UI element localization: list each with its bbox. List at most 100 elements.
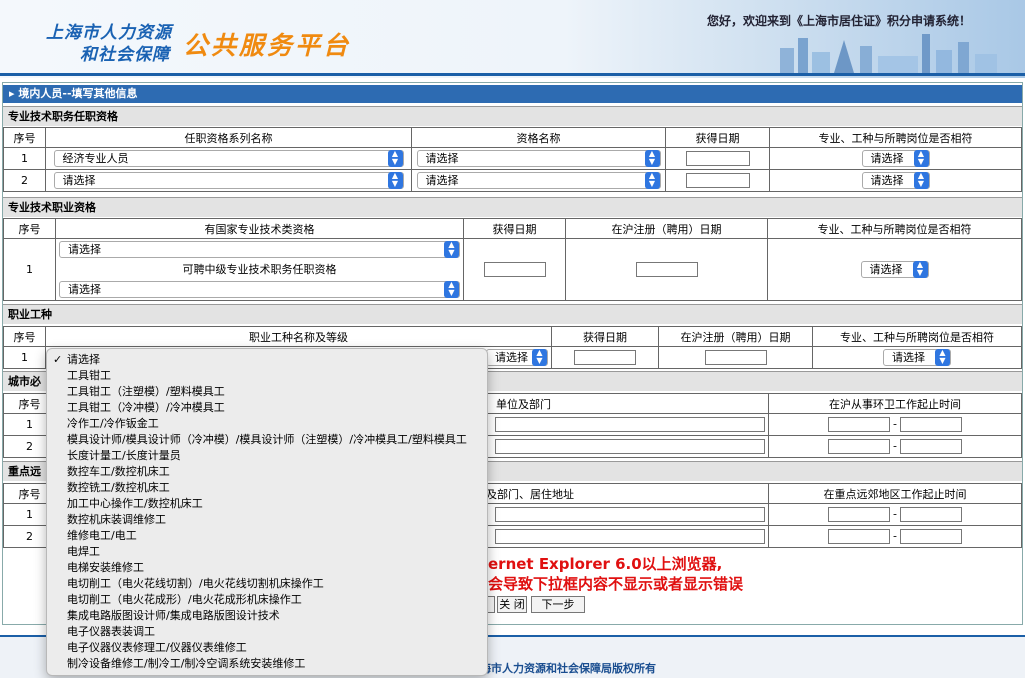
- section-title-professional-qualification: 专业技术职业资格: [3, 197, 1022, 217]
- dropdown-option[interactable]: 电切削工（电火花成形）/电火花成形机床操作工: [47, 592, 487, 608]
- updown-arrow-icon: ▲ ▼: [935, 349, 950, 366]
- checkmark-icon: ✓: [53, 353, 63, 366]
- end-date-input[interactable]: [900, 439, 963, 454]
- dropdown-option[interactable]: 冷作工/冷作钣金工: [47, 416, 487, 432]
- series-select[interactable]: 经济专业人员 ▲ ▼: [53, 150, 404, 167]
- col-header: 任职资格系列名称: [45, 127, 412, 148]
- register-date-input[interactable]: [635, 262, 698, 277]
- qualification-select[interactable]: 请选择 ▲ ▼: [416, 172, 661, 189]
- middle-qualification-select[interactable]: 请选择 ▲ ▼: [59, 281, 460, 298]
- obtain-date-input[interactable]: [483, 262, 546, 277]
- obtain-date-input[interactable]: [685, 173, 750, 188]
- browser-warning-line1: ernet Explorer 6.0以上浏览器,: [488, 555, 723, 573]
- col-header: 在重点远郊地区工作起止时间: [768, 483, 1022, 504]
- col-header: 序号: [3, 218, 56, 239]
- start-date-input[interactable]: [827, 529, 890, 544]
- next-step-button[interactable]: 下一步: [531, 596, 585, 613]
- dropdown-option[interactable]: 数控机床装调维修工: [47, 512, 487, 528]
- dropdown-option[interactable]: 电切削工（电火花线切割）/电火花线切割机床操作工: [47, 576, 487, 592]
- start-date-input[interactable]: [827, 417, 890, 432]
- unit-address-input[interactable]: [495, 529, 765, 544]
- dropdown-option[interactable]: 维修电工/电工: [47, 528, 487, 544]
- national-qualification-select[interactable]: 请选择 ▲ ▼: [59, 241, 460, 258]
- dropdown-option[interactable]: 电梯安装维修工: [47, 560, 487, 576]
- updown-arrow-icon: ▲ ▼: [532, 349, 547, 366]
- obtain-date-input[interactable]: [574, 350, 636, 365]
- updown-arrow-icon: ▲ ▼: [444, 241, 459, 258]
- row-number: 2: [3, 169, 46, 192]
- match-select[interactable]: 请选择 ▲ ▼: [883, 349, 951, 366]
- dropdown-option[interactable]: 数控铣工/数控机床工: [47, 480, 487, 496]
- section-title-vocational: 职业工种: [3, 304, 1022, 324]
- dropdown-option[interactable]: 集成电路版图设计师/集成电路版图设计技术: [47, 608, 487, 624]
- obtain-date-input[interactable]: [685, 151, 750, 166]
- col-header: 在沪注册（聘用）日期: [565, 218, 768, 239]
- col-header: 有国家专业技术类资格: [55, 218, 464, 239]
- dropdown-option[interactable]: 模具设计师/模具设计师（冷冲模）/模具设计师（注塑模）/冷冲模具工/塑料模具工: [47, 432, 487, 448]
- end-date-input[interactable]: [900, 529, 963, 544]
- updown-arrow-icon: ▲ ▼: [644, 150, 660, 167]
- vocational-name-dropdown-list[interactable]: ✓ 请选择 工具钳工 工具钳工（注塑模）/塑料模具工 工具钳工（冷冲模）/冷冲模具工 冷作…: [46, 348, 488, 676]
- updown-arrow-icon: ▲ ▼: [913, 150, 929, 167]
- updown-arrow-icon: ▲ ▼: [644, 172, 660, 189]
- series-select[interactable]: 请选择 ▲ ▼: [53, 172, 404, 189]
- dropdown-option[interactable]: 长度计量工/长度计量员: [47, 448, 487, 464]
- match-select[interactable]: 请选择 ▲ ▼: [860, 261, 929, 278]
- dropdown-option[interactable]: 电子仪器表装调工: [47, 624, 487, 640]
- logo-line2: 和社会保障: [80, 45, 170, 65]
- dropdown-option[interactable]: 工具钳工（注塑模）/塑料模具工: [47, 384, 487, 400]
- section-title-tech-title: 专业技术职务任职资格: [3, 106, 1022, 126]
- register-date-input[interactable]: [704, 350, 767, 365]
- end-date-input[interactable]: [900, 417, 963, 432]
- dropdown-option[interactable]: 电子仪器仪表修理工/仪器仪表维修工: [47, 640, 487, 656]
- start-date-input[interactable]: [827, 507, 890, 522]
- col-header: 专业、工种与所聘岗位是否相符: [767, 218, 1022, 239]
- vocational-level-select[interactable]: 请选择 ▲ ▼: [486, 349, 548, 366]
- col-header: 资格名称: [411, 127, 666, 148]
- row-number: 1: [3, 147, 46, 170]
- col-header: 序号: [3, 127, 46, 148]
- updown-arrow-icon: ▲ ▼: [912, 261, 928, 278]
- end-date-input[interactable]: [900, 507, 963, 522]
- triangle-right-icon: ▸: [9, 87, 15, 100]
- page-title: 境内人员--填写其他信息: [18, 87, 138, 100]
- unit-department-input[interactable]: [495, 439, 765, 454]
- match-select[interactable]: 请选择 ▲ ▼: [861, 172, 930, 189]
- match-select[interactable]: 请选择 ▲ ▼: [861, 150, 930, 167]
- dropdown-option[interactable]: 电焊工: [47, 544, 487, 560]
- table-row: 1 经济专业人员 ▲ ▼ 请选择 ▲ ▼ 请选择 ▲ ▼: [3, 147, 1022, 170]
- col-header: 专业、工种与所聘岗位是否相符: [769, 127, 1022, 148]
- updown-arrow-icon: ▲ ▼: [444, 281, 459, 298]
- unit-address-input[interactable]: [495, 507, 765, 522]
- logo-platform-title: 公共服务平台: [183, 31, 352, 60]
- col-header: 在沪注册（聘用）日期: [658, 326, 813, 347]
- dropdown-option[interactable]: 加工中心操作工/数控机床工: [47, 496, 487, 512]
- professional-qualification-table: 序号 有国家专业技术类资格 获得日期 在沪注册（聘用）日期 专业、工种与所聘岗位…: [3, 218, 1022, 301]
- dropdown-option[interactable]: 数控车工/数控机床工: [47, 464, 487, 480]
- dropdown-option[interactable]: ✓ 请选择: [47, 352, 487, 368]
- middle-qualification-label: 可聘中级专业技术职务任职资格: [182, 262, 337, 276]
- site-banner: 上海市人力资源 和社会保障 公共服务平台 您好，欢迎来到《上海市居住证》积分申请…: [0, 0, 1025, 78]
- qualification-select[interactable]: 请选择 ▲ ▼: [416, 150, 661, 167]
- col-header: 序号: [3, 326, 46, 347]
- page-title-bar: ▸ 境内人员--填写其他信息: [3, 85, 1022, 103]
- dropdown-option[interactable]: 工具钳工: [47, 368, 487, 384]
- close-button[interactable]: 关 闭: [497, 596, 527, 613]
- col-header: 专业、工种与所聘岗位是否相符: [812, 326, 1022, 347]
- table-row: 2 请选择 ▲ ▼ 请选择 ▲ ▼ 请选择 ▲ ▼: [3, 169, 1022, 192]
- start-date-input[interactable]: [827, 439, 890, 454]
- updown-arrow-icon: ▲ ▼: [387, 172, 403, 189]
- welcome-message: 您好，欢迎来到《上海市居住证》积分申请系统！: [707, 14, 972, 28]
- unit-department-input[interactable]: [495, 417, 765, 432]
- copyright-text: 海市人力资源和社会保障局版权所有: [480, 662, 656, 675]
- row-number: 1: [3, 238, 56, 301]
- updown-arrow-icon: ▲ ▼: [387, 150, 403, 167]
- browser-warning-line2: 会导致下拉框内容不显示或者显示错误: [488, 575, 744, 593]
- dropdown-option[interactable]: 工具钳工（冷冲模）/冷冲模具工: [47, 400, 487, 416]
- table-row: 1 请选择 ▲ ▼ 可聘中级专业技术职务任职资格 请选择 ▲ ▼ 请选择 ▲ ▼: [3, 238, 1022, 301]
- tech-title-table: 序号 任职资格系列名称 资格名称 获得日期 专业、工种与所聘岗位是否相符 1 经…: [3, 127, 1022, 192]
- updown-arrow-icon: ▲ ▼: [913, 172, 929, 189]
- col-header: 职业工种名称及等级: [45, 326, 552, 347]
- city-skyline-illustration: [780, 34, 997, 73]
- dropdown-option[interactable]: 制冷设备维修工/制冷工/制冷空调系统安装维修工: [47, 656, 487, 672]
